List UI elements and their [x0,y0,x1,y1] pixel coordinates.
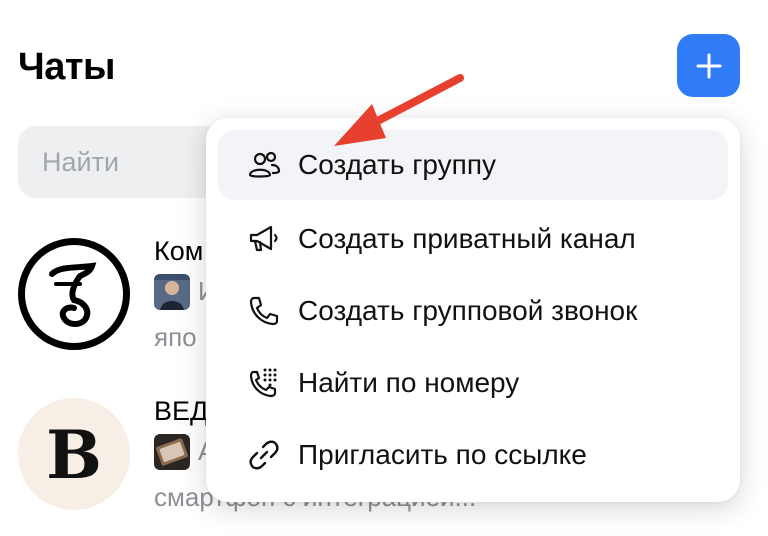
create-menu: Создать группу Создать приватный канал С… [206,118,740,502]
menu-item-label: Создать приватный канал [298,223,636,254]
dialpad-phone-icon [242,361,286,405]
menu-item-label: Создать групповой звонок [298,295,638,326]
phone-icon [242,289,286,333]
menu-item-invite-by-link[interactable]: Пригласить по ссылке [218,420,728,490]
message-thumbnail [154,434,190,470]
kommersant-logo [49,262,97,327]
link-icon [242,433,286,477]
menu-item-create-private-channel[interactable]: Создать приватный канал [218,204,728,274]
vedomosti-logo: B [46,416,102,494]
svg-text:B: B [46,416,102,494]
menu-item-label: Создать группу [298,149,496,180]
menu-item-create-group-call[interactable]: Создать групповой звонок [218,276,728,346]
menu-item-find-by-number[interactable]: Найти по номеру [218,348,728,418]
avatar: B [18,398,130,510]
page-title: Чаты [18,46,115,88]
megaphone-icon [242,217,286,261]
menu-item-label: Пригласить по ссылке [298,439,587,470]
search-placeholder: Найти [42,147,120,177]
chat-title: Ком [154,236,204,266]
add-button[interactable] [677,34,740,97]
menu-item-create-group[interactable]: Создать группу [218,130,728,200]
group-icon [242,143,286,187]
avatar [18,238,130,350]
plus-icon [696,53,721,78]
message-thumbnail [154,274,190,310]
chat-preview-line: япо [154,322,197,352]
chat-title: ВЕД [154,396,209,426]
menu-item-label: Найти по номеру [298,367,520,398]
